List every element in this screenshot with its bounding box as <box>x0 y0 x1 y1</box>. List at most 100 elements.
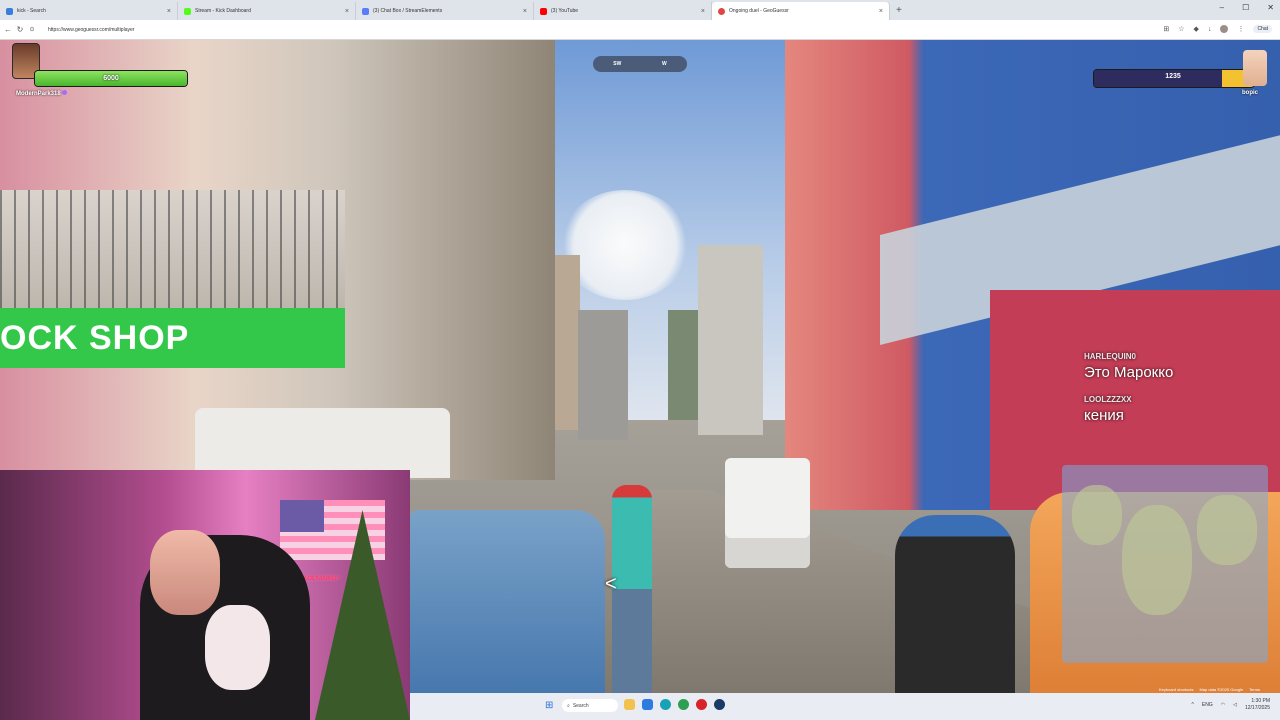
opera-icon[interactable] <box>696 699 707 710</box>
tab-title: Stream - Kick Dashboard <box>195 8 251 14</box>
tab-title: (3) YouTube <box>551 8 579 14</box>
close-icon[interactable]: × <box>701 8 705 15</box>
player1-health-value: 6000 <box>103 75 119 82</box>
clock-time: 1:30 PM <box>1251 698 1270 704</box>
menu-icon[interactable]: ⋮ <box>1237 25 1244 33</box>
clock-date: 12/17/2025 <box>1244 705 1270 711</box>
chrome-icon[interactable] <box>678 699 689 710</box>
player1-health-bar: 6000 <box>34 70 188 87</box>
move-back-arrow[interactable]: < <box>605 573 617 596</box>
steam-icon[interactable] <box>714 699 725 710</box>
taskbar-apps <box>624 699 725 710</box>
flag-canton <box>280 500 324 532</box>
system-tray: ^ ENG ◠ ◁ 1:30 PM 12/17/2025 <box>1192 698 1270 712</box>
compass-direction: W <box>661 61 667 67</box>
distant-building <box>555 255 580 430</box>
edge-icon[interactable] <box>660 699 671 710</box>
tab[interactable]: kick - Search × <box>0 2 178 20</box>
player2-name: bopic <box>1242 90 1258 96</box>
close-icon[interactable]: × <box>879 8 883 15</box>
site-info-icon[interactable]: ⊙ <box>26 26 38 33</box>
extensions-icon[interactable]: ◆ <box>1194 25 1199 33</box>
map-continent <box>1197 495 1257 565</box>
tab[interactable]: (3) YouTube × <box>534 2 712 20</box>
bookmark-star-icon[interactable]: ☆ <box>1178 25 1184 33</box>
map-footer: Keyboard shortcuts Map data ©2025 Google… <box>1159 687 1260 692</box>
chat-username: LOOLZZZXX <box>1084 395 1132 404</box>
player1-name: ModernPark318 <box>16 90 68 97</box>
search-icon <box>6 7 13 15</box>
compass: SW W <box>593 56 687 72</box>
volume-icon[interactable]: ◁ <box>1233 702 1237 708</box>
browser-tab-bar: kick - Search × Stream - Kick Dashboard × … <box>0 0 1280 20</box>
youtube-icon <box>540 7 547 15</box>
streamelements-icon <box>362 7 369 15</box>
map-continent <box>1122 505 1192 615</box>
windows-start-icon[interactable]: ⊞ <box>545 700 556 711</box>
clock[interactable]: 1:30 PM 12/17/2025 <box>1245 698 1270 712</box>
file-explorer-icon[interactable] <box>624 699 635 710</box>
language-indicator[interactable]: ENG <box>1202 702 1213 708</box>
distant-building <box>668 310 698 420</box>
neon-sign: KOLYANKO? <box>303 576 340 582</box>
search-placeholder: Search <box>572 702 589 709</box>
streamer-head <box>150 530 220 615</box>
player1-health-fill: 6000 <box>35 71 187 86</box>
shop-sign-text: OCK SHOP <box>0 318 190 357</box>
tab-title: Ongoing duel - GeoGuessr <box>729 8 789 14</box>
maximize-button[interactable]: ☐ <box>1242 3 1249 12</box>
profile-avatar[interactable] <box>1220 25 1229 33</box>
tray-chevron-icon[interactable]: ^ <box>1192 702 1194 708</box>
truck <box>725 458 810 568</box>
chat-overlay: HARLEQUIN0 Это Марокко LOOLZZZXX кения <box>1084 346 1224 424</box>
toolbar-right: ⊞ ☆ ◆ ↓ ⋮ Chat <box>1163 25 1272 33</box>
guess-minimap[interactable] <box>1062 465 1268 663</box>
windows-taskbar: ⊞ ⌕ Search ^ ENG ◠ ◁ 1:30 PM 12/17/2025 <box>410 693 1280 720</box>
window-controls: – ☐ ✕ <box>1220 3 1274 12</box>
url-field[interactable]: https://www.geoguessr.com/multiplayer <box>48 27 134 33</box>
stall-tarp <box>195 408 450 478</box>
chat-username: HARLEQUIN0 <box>1084 352 1137 361</box>
level-badge-icon <box>62 90 68 95</box>
new-tab-button[interactable]: + <box>896 2 902 20</box>
webcam-overlay: KOLYANKO? <box>0 470 410 720</box>
blue-minibus <box>410 510 605 693</box>
chat-button[interactable]: Chat <box>1253 25 1272 33</box>
close-icon[interactable]: × <box>167 8 171 15</box>
downloads-icon[interactable]: ↓ <box>1208 26 1212 33</box>
photos-icon[interactable] <box>642 699 653 710</box>
balcony-railing <box>0 190 345 310</box>
close-icon[interactable]: × <box>523 8 527 15</box>
player1-name-text: ModernPark318 <box>16 91 61 97</box>
tab-title: kick - Search <box>17 8 46 14</box>
tab[interactable]: (3) Chat Box / StreamElements × <box>356 2 534 20</box>
distant-building <box>578 310 628 440</box>
tab[interactable]: Stream - Kick Dashboard × <box>178 2 356 20</box>
minimize-button[interactable]: – <box>1220 3 1224 12</box>
player2-avatar <box>1243 50 1267 86</box>
compass-direction: SW <box>613 61 622 67</box>
address-bar: ← ↻ ⊙ https://www.geoguessr.com/multipla… <box>0 20 1280 40</box>
terms-link[interactable]: Terms <box>1249 687 1260 692</box>
back-icon[interactable]: ← <box>2 25 14 34</box>
pedestrian <box>612 485 652 693</box>
taskbar-search[interactable]: ⌕ Search <box>562 699 618 712</box>
screenshot-icon[interactable]: ⊞ <box>1163 25 1169 33</box>
tab-active[interactable]: Ongoing duel - GeoGuessr × <box>712 2 890 20</box>
map-continent <box>1072 485 1122 545</box>
wifi-icon[interactable]: ◠ <box>1221 702 1225 708</box>
motorcyclist <box>895 515 1015 693</box>
chat-message: кения <box>1084 407 1124 424</box>
chat-message: Это Марокко <box>1084 364 1174 381</box>
kick-icon <box>184 7 191 15</box>
player2-health-value: 1235 <box>1165 73 1181 80</box>
shop-sign: OCK SHOP <box>0 308 345 368</box>
distant-building <box>698 245 763 435</box>
plush-toy <box>205 605 270 690</box>
close-window-button[interactable]: ✕ <box>1267 3 1274 12</box>
keyboard-shortcuts-link[interactable]: Keyboard shortcuts <box>1159 687 1193 692</box>
tab-title: (3) Chat Box / StreamElements <box>373 8 443 14</box>
reload-icon[interactable]: ↻ <box>14 25 26 34</box>
map-data-credit: Map data ©2025 Google <box>1199 687 1244 692</box>
close-icon[interactable]: × <box>345 8 349 15</box>
